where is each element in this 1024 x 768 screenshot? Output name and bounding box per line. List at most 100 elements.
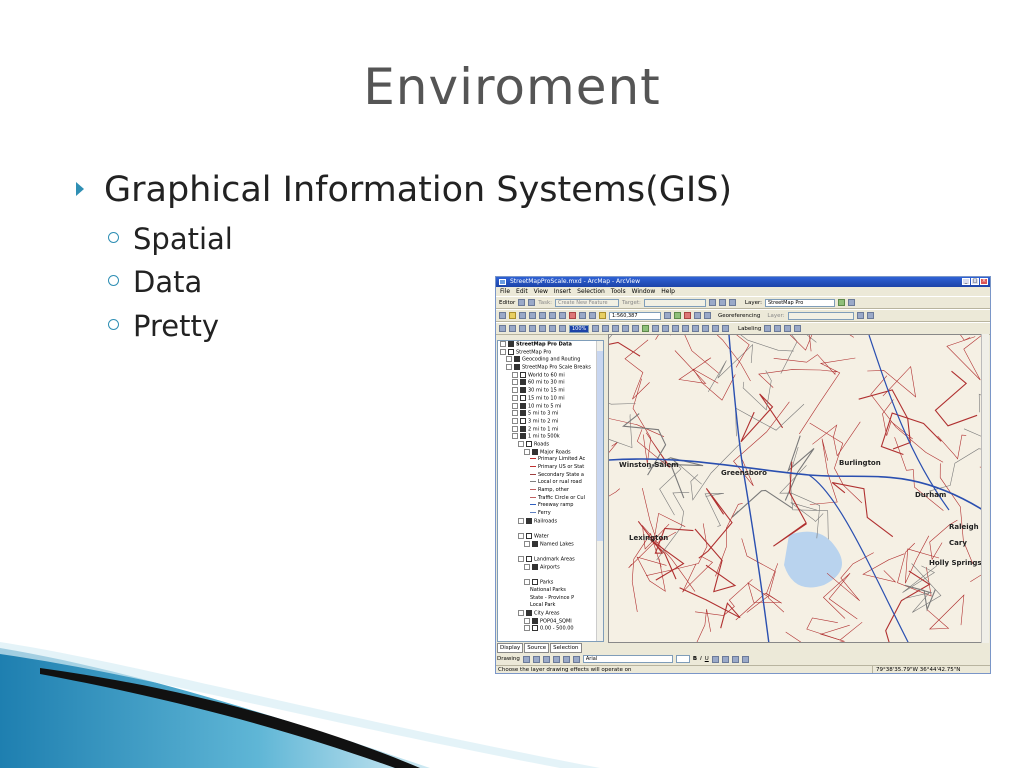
font-color-icon[interactable] xyxy=(711,655,719,663)
zoom-in-icon[interactable] xyxy=(612,325,619,332)
back-icon[interactable] xyxy=(652,325,659,332)
toc-item[interactable] xyxy=(498,572,603,580)
scissors-icon[interactable] xyxy=(708,299,716,306)
open-icon[interactable] xyxy=(509,312,516,319)
layout-zoom-in-icon[interactable] xyxy=(499,325,506,332)
layer-checkbox[interactable] xyxy=(526,610,532,617)
tab-source[interactable]: Source xyxy=(524,643,550,653)
select-elements-icon[interactable] xyxy=(682,325,689,332)
cut-icon[interactable] xyxy=(539,312,546,319)
toc-item[interactable]: Primary Limited Ac xyxy=(498,456,603,464)
menu-view[interactable]: View xyxy=(534,287,548,296)
map-scrollbar[interactable] xyxy=(981,334,989,643)
edit-tool-icon[interactable] xyxy=(518,299,526,306)
menu-window[interactable]: Window xyxy=(632,287,656,296)
select-elements-tool-icon[interactable] xyxy=(522,655,530,663)
attributes-icon[interactable] xyxy=(718,299,726,306)
font-combo[interactable]: Arial xyxy=(582,655,673,663)
toc-item[interactable]: World to 60 mi xyxy=(498,371,603,380)
expand-toggle-icon[interactable] xyxy=(518,533,524,540)
toc-item[interactable]: Named Lakes xyxy=(498,540,603,549)
expand-toggle-icon[interactable] xyxy=(512,379,518,386)
georeferencing-menu[interactable]: Georeferencing xyxy=(718,313,760,319)
toc-item[interactable] xyxy=(498,549,603,557)
zoom-whole-page-icon[interactable] xyxy=(529,325,536,332)
toc-item[interactable]: Roads xyxy=(498,440,603,449)
layer-checkbox[interactable] xyxy=(520,379,526,386)
layer-checkbox[interactable] xyxy=(520,387,526,394)
expand-toggle-icon[interactable] xyxy=(512,425,518,432)
sketch-properties-icon[interactable] xyxy=(728,299,736,306)
toc-item[interactable]: 0.00 - 500.00 xyxy=(498,625,603,633)
toc-item[interactable]: Parks xyxy=(498,579,603,587)
window-titlebar[interactable]: StreetMapProScale.mxd - ArcMap - ArcView… xyxy=(496,277,990,287)
new-icon[interactable] xyxy=(499,312,506,319)
labeling-menu[interactable]: Labeling xyxy=(738,326,761,332)
expand-toggle-icon[interactable] xyxy=(512,402,518,409)
link-icon[interactable] xyxy=(866,312,874,319)
globe-icon[interactable] xyxy=(847,299,855,306)
marker-color-icon[interactable] xyxy=(741,655,749,663)
expand-toggle-icon[interactable] xyxy=(512,410,518,417)
tab-selection[interactable]: Selection xyxy=(550,643,582,653)
toc-item[interactable]: State - Province P xyxy=(498,595,603,603)
save-icon[interactable] xyxy=(519,312,526,319)
toc-item[interactable]: 15 mi to 10 mi xyxy=(498,394,603,403)
fixed-zoom-out-icon[interactable] xyxy=(559,325,566,332)
command-line-icon[interactable] xyxy=(694,312,701,319)
layer-checkbox[interactable] xyxy=(520,417,526,424)
zoom-out-icon[interactable] xyxy=(622,325,629,332)
layer-checkbox[interactable] xyxy=(526,517,532,524)
expand-toggle-icon[interactable] xyxy=(500,348,506,355)
close-button[interactable]: × xyxy=(980,278,988,285)
layer-checkbox[interactable] xyxy=(532,625,538,632)
toc-item[interactable]: StreetMap Pro xyxy=(498,348,603,357)
expand-toggle-icon[interactable] xyxy=(512,433,518,440)
toc-item[interactable]: Airports xyxy=(498,563,603,572)
label-priority-icon[interactable] xyxy=(774,325,782,332)
expand-toggle-icon[interactable] xyxy=(500,341,506,347)
expand-toggle-icon[interactable] xyxy=(524,448,530,455)
expand-toggle-icon[interactable] xyxy=(518,556,524,563)
focus-data-frame-icon[interactable] xyxy=(602,325,609,332)
fill-color-icon[interactable] xyxy=(721,655,729,663)
layer-checkbox[interactable] xyxy=(526,533,532,540)
expand-toggle-icon[interactable] xyxy=(524,617,530,624)
whats-this-icon[interactable] xyxy=(704,312,711,319)
expand-toggle-icon[interactable] xyxy=(524,625,530,632)
toc-item[interactable]: Water xyxy=(498,533,603,541)
toc-item[interactable]: 1 mi to 500k xyxy=(498,433,603,441)
toc-item[interactable]: 60 mi to 30 mi xyxy=(498,379,603,387)
expand-toggle-icon[interactable] xyxy=(524,563,530,570)
expand-toggle-icon[interactable] xyxy=(512,371,518,378)
expand-toggle-icon[interactable] xyxy=(506,356,512,363)
toc-item[interactable]: Landmark Areas xyxy=(498,556,603,564)
rotate-icon[interactable] xyxy=(856,312,864,319)
add-data-icon[interactable] xyxy=(599,312,606,319)
toc-item[interactable]: Geocoding and Routing xyxy=(498,356,603,364)
toc-item[interactable]: City Areas xyxy=(498,610,603,618)
toc-item[interactable]: 2 mi to 1 mi xyxy=(498,425,603,434)
layer-checkbox[interactable] xyxy=(532,579,538,586)
layer-checkbox[interactable] xyxy=(520,425,526,432)
zoom-100-icon[interactable] xyxy=(539,325,546,332)
toc-item[interactable]: 10 mi to 5 mi xyxy=(498,402,603,411)
undo-icon[interactable] xyxy=(579,312,586,319)
print-icon[interactable] xyxy=(529,312,536,319)
underline-button[interactable]: U xyxy=(705,656,709,662)
road-map[interactable]: Winston-Salem Greensboro Durham Raleigh Cary… xyxy=(609,335,982,643)
full-extent-icon[interactable] xyxy=(642,325,649,332)
layer-checkbox[interactable] xyxy=(526,440,532,447)
pan-icon[interactable] xyxy=(632,325,639,332)
line-color-icon[interactable] xyxy=(731,655,739,663)
drawing-menu[interactable]: Drawing xyxy=(497,656,520,662)
layer-checkbox[interactable] xyxy=(520,402,526,409)
target-combo[interactable] xyxy=(643,298,706,307)
toc-item[interactable]: Local or rual road xyxy=(498,479,603,487)
redo-icon[interactable] xyxy=(589,312,596,319)
layer-checkbox[interactable] xyxy=(520,394,526,401)
expand-toggle-icon[interactable] xyxy=(518,517,524,524)
expand-toggle-icon[interactable] xyxy=(506,364,512,371)
layer-checkbox[interactable] xyxy=(520,371,526,378)
forward-icon[interactable] xyxy=(662,325,669,332)
